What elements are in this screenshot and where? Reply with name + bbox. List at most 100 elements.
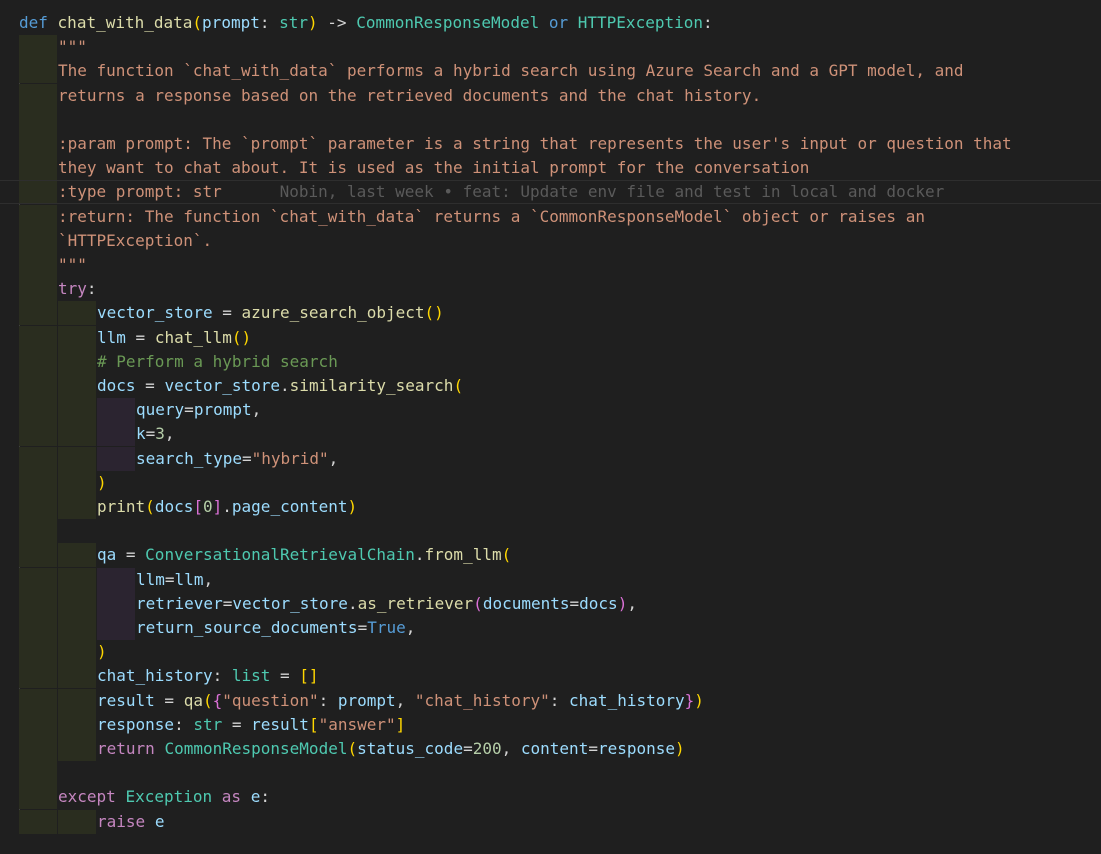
- code-token: k: [136, 424, 146, 444]
- code-text: query=prompt,: [136, 398, 261, 422]
- code-token: }: [684, 690, 695, 710]
- code-token: ,: [328, 448, 339, 468]
- current-line-code: :type prompt: str Nobin, last week • fea…: [58, 181, 944, 203]
- code-token: page_content: [231, 497, 348, 516]
- code-line[interactable]: """: [0, 35, 1101, 59]
- code-line[interactable]: except Exception as e:: [0, 785, 1101, 809]
- code-token: str: [279, 13, 309, 32]
- code-text: try:: [58, 277, 97, 301]
- code-line[interactable]: retriever=vector_store.as_retriever(docu…: [0, 592, 1101, 616]
- code-token: ): [97, 472, 107, 492]
- code-token: =: [463, 739, 473, 758]
- code-token: :return: The function `chat_with_data` r…: [58, 206, 925, 226]
- code-token: as_retriever: [357, 593, 474, 613]
- code-token: =: [154, 690, 184, 710]
- code-token: (: [202, 690, 213, 710]
- code-line[interactable]: [0, 108, 1101, 132]
- code-line[interactable]: :type prompt: str Nobin, last week • fea…: [0, 180, 1101, 205]
- code-line[interactable]: return_source_documents=True,: [0, 616, 1101, 640]
- code-line[interactable]: [0, 761, 1101, 785]
- code-token: .: [222, 497, 232, 516]
- code-line[interactable]: qa = ConversationalRetrievalChain.from_l…: [0, 543, 1101, 567]
- code-token: search_type: [136, 448, 242, 468]
- code-editor[interactable]: def chat_with_data(prompt: str) -> Commo…: [0, 0, 1101, 854]
- code-line[interactable]: """: [0, 253, 1101, 277]
- code-token: ConversationalRetrievalChain: [145, 545, 415, 565]
- code-text: :param prompt: The `prompt` parameter is…: [58, 132, 1012, 156]
- code-token: docs: [97, 376, 136, 395]
- code-line[interactable]: # Perform a hybrid search: [0, 350, 1101, 374]
- code-text: vector_store = azure_search_object(): [97, 301, 444, 325]
- code-line[interactable]: print(docs[0].page_content): [0, 495, 1101, 519]
- code-token: =: [145, 424, 156, 444]
- code-line[interactable]: response: str = result["answer"]: [0, 713, 1101, 737]
- code-line[interactable]: llm=llm,: [0, 568, 1101, 592]
- code-token: ,: [501, 739, 521, 758]
- code-token: :: [260, 787, 270, 807]
- code-line[interactable]: return CommonResponseModel(status_code=2…: [0, 737, 1101, 761]
- code-token: "chat_history": [414, 690, 550, 710]
- code-line[interactable]: returns a response based on the retrieve…: [0, 84, 1101, 108]
- code-token: {: [212, 690, 223, 710]
- code-line[interactable]: ): [0, 640, 1101, 664]
- code-line[interactable]: docs = vector_store.similarity_search(: [0, 374, 1101, 398]
- code-line[interactable]: [0, 519, 1101, 543]
- code-token: print: [97, 497, 146, 516]
- code-text: return_source_documents=True,: [136, 616, 415, 640]
- code-token: =: [222, 714, 252, 734]
- code-token: (: [192, 13, 203, 32]
- code-text: # Perform a hybrid search: [97, 350, 338, 374]
- code-line[interactable]: `HTTPException`.: [0, 229, 1101, 253]
- code-text: retriever=vector_store.as_retriever(docu…: [136, 592, 637, 616]
- code-token: # Perform a hybrid search: [97, 351, 338, 371]
- code-token: ,: [251, 400, 262, 420]
- code-token: chat_llm: [154, 327, 232, 347]
- code-line[interactable]: they want to chat about. It is used as t…: [0, 156, 1101, 180]
- code-line[interactable]: :param prompt: The `prompt` parameter is…: [0, 132, 1101, 156]
- code-line[interactable]: result = qa({"question": prompt, "chat_h…: [0, 689, 1101, 713]
- code-token: =: [184, 400, 194, 420]
- code-token: prompt: [202, 13, 260, 32]
- code-token: chat_with_data: [57, 13, 193, 32]
- code-text: ): [97, 471, 107, 495]
- code-line[interactable]: query=prompt,: [0, 398, 1101, 422]
- code-token: return: [97, 739, 155, 758]
- code-line[interactable]: llm = chat_llm(): [0, 326, 1101, 350]
- code-token: :: [212, 666, 232, 686]
- code-token: def: [19, 13, 48, 32]
- code-token: CommonResponseModel: [356, 13, 540, 32]
- code-line[interactable]: try:: [0, 277, 1101, 301]
- code-token: list: [231, 666, 271, 686]
- code-token: (): [424, 303, 444, 323]
- code-token: ->: [317, 13, 357, 32]
- code-token: CommonResponseModel: [164, 739, 348, 758]
- code-line[interactable]: chat_history: list = []: [0, 664, 1101, 688]
- code-token: prompt: [337, 690, 396, 710]
- code-line[interactable]: vector_store = azure_search_object(): [0, 301, 1101, 325]
- code-token: "answer": [318, 714, 396, 734]
- code-text: except Exception as e:: [58, 785, 270, 809]
- code-token: they want to chat about. It is used as t…: [58, 158, 810, 178]
- code-line[interactable]: ): [0, 471, 1101, 495]
- code-token: (: [473, 593, 483, 613]
- code-line[interactable]: search_type="hybrid",: [0, 447, 1101, 471]
- code-token: (): [231, 327, 252, 347]
- code-line[interactable]: :return: The function `chat_with_data` r…: [0, 205, 1101, 229]
- code-token: ): [308, 13, 318, 32]
- code-text: k=3,: [136, 422, 175, 446]
- code-token: :type prompt: str: [58, 182, 222, 202]
- code-text: response: str = result["answer"]: [97, 713, 405, 737]
- code-token: ]: [212, 497, 223, 516]
- code-line[interactable]: k=3,: [0, 422, 1101, 446]
- code-line[interactable]: The function `chat_with_data` performs a…: [0, 59, 1101, 83]
- code-text: qa = ConversationalRetrievalChain.from_l…: [97, 543, 511, 567]
- code-line[interactable]: def chat_with_data(prompt: str) -> Commo…: [0, 11, 1101, 35]
- code-token: e: [250, 787, 261, 807]
- code-line[interactable]: raise e: [0, 810, 1101, 834]
- code-token: 200: [472, 739, 502, 758]
- code-token: =: [164, 569, 175, 589]
- code-text: :return: The function `chat_with_data` r…: [58, 205, 925, 229]
